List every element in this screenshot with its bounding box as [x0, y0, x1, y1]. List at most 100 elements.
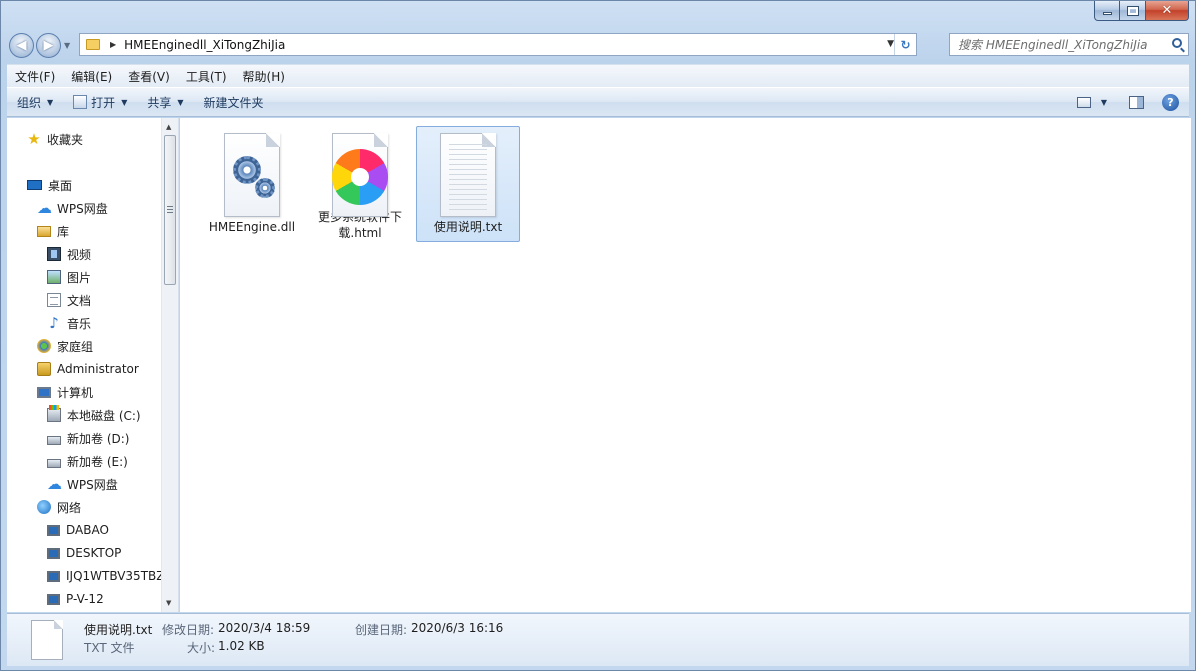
text-line [449, 169, 487, 170]
nav-item-drive-c[interactable]: 本地磁盘 (C:) [47, 404, 141, 426]
dll-gear-icon [212, 131, 292, 219]
cloud-icon: ☁ [37, 199, 52, 217]
search-input[interactable] [950, 37, 1160, 52]
recent-locations-dropdown[interactable]: ▼ [64, 41, 70, 50]
nav-item-drive-d[interactable]: 新加卷 (D:) [47, 427, 129, 449]
nav-item-drive-e[interactable]: 新加卷 (E:) [47, 450, 128, 472]
forward-arrow-icon: ▶ [43, 38, 54, 53]
file-item-hmeengine-dll[interactable]: HMEEngine.dll [200, 126, 304, 242]
drive-c-icon [47, 405, 61, 422]
file-list-pane[interactable]: HMEEngine.dll 更多系统软件下载.html 使用说明.txt [180, 118, 1191, 612]
star-icon: ★ [27, 130, 41, 148]
view-options-dropdown[interactable]: ▼ [1101, 98, 1107, 107]
text-line [449, 174, 487, 175]
nav-item-videos[interactable]: 视频 [47, 243, 91, 265]
breadcrumb-chevron-icon[interactable]: ▶ [110, 40, 116, 49]
menu-file[interactable]: 文件(F) [7, 68, 63, 85]
address-bar[interactable]: ▶ HMEEnginedll_XiTongZhiJia ▼ ↻ [79, 33, 917, 56]
menu-tools[interactable]: 工具(T) [178, 68, 235, 85]
back-button[interactable]: ◀ [9, 33, 34, 58]
search-box [949, 33, 1189, 56]
nav-item-administrator[interactable]: Administrator [37, 358, 139, 380]
homegroup-icon [37, 339, 51, 353]
refresh-button[interactable]: ↻ [894, 34, 916, 55]
close-button[interactable]: ✕ [1146, 1, 1189, 21]
details-created-value: 2020/6/3 16:16 [411, 621, 504, 635]
menu-help[interactable]: 帮助(H) [235, 68, 293, 85]
open-button[interactable]: 打开 ▼ [63, 88, 137, 116]
text-line [449, 189, 487, 190]
nav-item-documents[interactable]: 文档 [47, 289, 91, 311]
breadcrumb-current-folder[interactable]: HMEEnginedll_XiTongZhiJia [124, 38, 285, 52]
nav-item-label: 新加卷 (D:) [67, 431, 130, 446]
address-history-dropdown[interactable]: ▼ [887, 39, 894, 49]
nav-item-dabao[interactable]: DABAO [47, 519, 109, 541]
close-icon: ✕ [1161, 3, 1173, 18]
navigation-bar: ◀ ▶ ▼ ▶ HMEEnginedll_XiTongZhiJia ▼ ↻ [7, 31, 1189, 59]
details-file-type: TXT 文件 [84, 641, 135, 655]
new-folder-label: 新建文件夹 [203, 95, 264, 110]
chevron-down-icon: ▼ [121, 97, 128, 107]
nav-item-label: 文档 [67, 293, 92, 308]
nav-item-desktop-pc[interactable]: DESKTOP [47, 542, 121, 564]
forward-button[interactable]: ▶ [36, 33, 61, 58]
text-line [449, 164, 487, 165]
nav-item-wps-cloud[interactable]: ☁ WPS网盘 [37, 197, 108, 219]
nav-item-libraries[interactable]: 库 [37, 220, 69, 242]
chevron-down-icon: ▼ [177, 97, 184, 107]
organize-label: 组织 [17, 95, 42, 110]
organize-button[interactable]: 组织 ▼ [7, 88, 63, 116]
menu-bar: 文件(F) 编辑(E) 查看(V) 工具(T) 帮助(H) [7, 64, 1189, 87]
pinwheel-logo-icon [332, 149, 388, 205]
nav-item-label: 库 [57, 224, 70, 239]
nav-item-label: 图片 [67, 270, 92, 285]
text-line [449, 209, 487, 210]
minimize-button[interactable] [1094, 1, 1120, 21]
change-view-icon[interactable] [1076, 96, 1091, 108]
open-label: 打开 [91, 95, 116, 110]
nav-item-network[interactable]: 网络 [37, 496, 81, 518]
nav-item-wps-cloud-drive[interactable]: ☁ WPS网盘 [47, 473, 118, 495]
nav-item-label: Administrator [57, 362, 139, 376]
nav-item-computer[interactable]: 计算机 [37, 381, 93, 403]
maximize-icon [1126, 5, 1139, 16]
search-icon[interactable] [1172, 38, 1182, 48]
details-size-label: 大小: [187, 641, 216, 655]
text-line [449, 204, 487, 205]
scroll-up-arrow-icon[interactable]: ▲ [166, 123, 171, 131]
nav-item-label: 桌面 [48, 178, 73, 193]
nav-item-music[interactable]: ♪ 音乐 [47, 312, 91, 334]
gear-icon [255, 178, 275, 198]
nav-item-p-v-12[interactable]: P-V-12 [47, 588, 104, 610]
nav-item-desktop[interactable]: 桌面 [27, 174, 72, 196]
menu-view[interactable]: 查看(V) [120, 68, 178, 85]
file-item-download-html[interactable]: 更多系统软件下载.html [308, 126, 412, 242]
new-folder-button[interactable]: 新建文件夹 [194, 88, 274, 116]
scrollbar-thumb[interactable] [164, 135, 176, 285]
file-item-readme-txt[interactable]: 使用说明.txt [416, 126, 520, 242]
nav-item-favorites[interactable]: ★ 收藏夹 [27, 128, 83, 150]
network-icon [37, 500, 51, 514]
video-icon [47, 247, 61, 261]
preview-pane-icon[interactable] [1129, 95, 1144, 109]
share-button[interactable]: 共享 ▼ [137, 88, 193, 116]
nav-item-label: DABAO [66, 523, 109, 537]
nav-item-ijq1wtbv35tbz[interactable]: IJQ1WTBV35TBZ [47, 565, 164, 587]
drive-icon [47, 458, 61, 468]
folder-icon [86, 39, 100, 50]
pc-icon [47, 524, 60, 536]
nav-item-homegroup[interactable]: 家庭组 [37, 335, 93, 357]
nav-item-pictures[interactable]: 图片 [47, 266, 91, 288]
maximize-button[interactable] [1120, 1, 1146, 21]
document-icon [47, 293, 61, 307]
text-file-icon [428, 131, 508, 219]
view-controls: ▼ ? [1076, 88, 1189, 116]
navigation-pane: ★ 收藏夹 桌面 ☁ WPS网盘 库 视频 图片 文档 ♪ 音乐 家庭组 Adm… [7, 118, 179, 612]
menu-edit[interactable]: 编辑(E) [63, 68, 120, 85]
help-icon[interactable]: ? [1162, 93, 1179, 111]
scroll-down-arrow-icon[interactable]: ▼ [166, 599, 171, 607]
text-line [449, 159, 487, 160]
navigation-scrollbar[interactable]: ▲ ▼ [161, 118, 178, 612]
open-document-icon [73, 95, 88, 109]
share-label: 共享 [147, 95, 172, 110]
